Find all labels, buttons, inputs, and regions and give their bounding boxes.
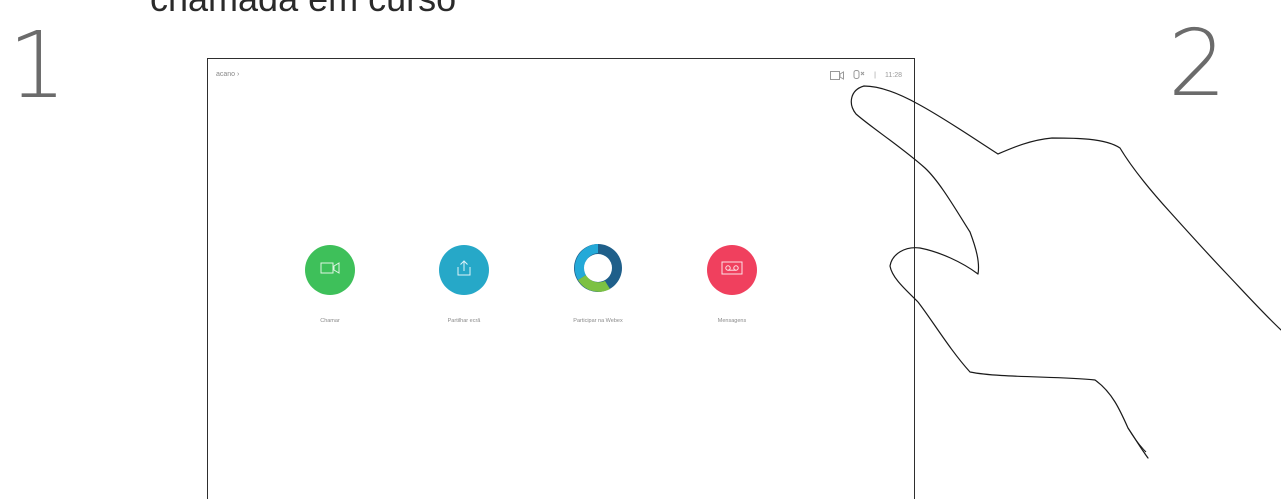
tapping-hand-illustration xyxy=(850,85,1281,459)
